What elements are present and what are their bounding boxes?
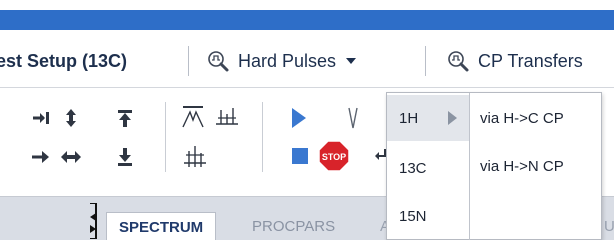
menu-test-setup-label: est Setup (13C) <box>0 50 128 71</box>
submenu-item-label: via H->N CP <box>480 157 564 175</box>
wave-icon[interactable] <box>348 106 358 130</box>
toolbar-separator <box>262 102 263 172</box>
cp-transfers-dropdown: 1H 13C 15N via H->C CP via H->N CP <box>386 92 602 240</box>
submenu-item-hn[interactable]: via H->N CP <box>470 143 602 189</box>
return-arrow-icon[interactable] <box>374 148 386 162</box>
tab-partial-u[interactable]: U <box>604 212 614 240</box>
menu-cp-transfers[interactable]: CP Transfers <box>446 34 583 88</box>
menu-hard-pulses[interactable]: Hard Pulses <box>206 34 357 88</box>
tab-partial-u-label: U <box>604 218 614 235</box>
expand-vertical-icon[interactable] <box>60 107 82 129</box>
arrow-to-top-icon[interactable] <box>114 107 136 129</box>
menu-separator <box>188 46 189 76</box>
magnifier-pulse-icon <box>208 51 229 72</box>
nucleus-item-label: 15N <box>399 207 427 225</box>
title-bar <box>0 0 614 34</box>
collapse-handle-icon[interactable] <box>88 203 98 239</box>
tab-spectrum[interactable]: SPECTRUM <box>106 212 217 240</box>
nucleus-item-label: 13C <box>399 159 427 177</box>
expand-horizontal-icon[interactable] <box>60 146 82 168</box>
menu-bar: est Setup (13C) Hard Pulses CP Transfers <box>0 34 614 88</box>
chevron-right-icon <box>448 111 457 125</box>
tab-procpars[interactable]: PROCPARS <box>252 212 335 240</box>
nucleus-item-label: 1H <box>399 109 419 127</box>
title-bar-accent <box>0 10 614 30</box>
peak-pick-icon[interactable] <box>182 143 208 169</box>
arrow-to-bottom-icon[interactable] <box>114 146 136 168</box>
stop-square-icon[interactable] <box>292 148 308 164</box>
menu-separator <box>425 46 426 76</box>
tab-procpars-label: PROCPARS <box>252 218 336 235</box>
play-icon[interactable] <box>290 106 308 130</box>
stop-sign-label: STOP <box>322 152 346 162</box>
peak-integrals-icon[interactable] <box>214 104 240 130</box>
nucleus-list: 1H 13C 15N <box>387 93 469 240</box>
toolbar-separator <box>165 102 166 172</box>
submenu-item-hc[interactable]: via H->C CP <box>470 95 602 141</box>
peak-top-icon[interactable] <box>180 104 206 130</box>
submenu-item-label: via H->C CP <box>480 109 564 127</box>
nucleus-item-1h[interactable]: 1H <box>387 95 469 141</box>
tab-spectrum-label: SPECTRUM <box>119 218 204 236</box>
chevron-down-icon <box>346 58 357 64</box>
stop-sign-icon[interactable]: STOP <box>318 140 350 172</box>
nucleus-item-15n[interactable]: 15N <box>387 193 469 239</box>
nucleus-item-13c[interactable]: 13C <box>387 145 469 191</box>
menu-hard-pulses-label: Hard Pulses <box>238 50 337 71</box>
menu-test-setup[interactable]: est Setup (13C) <box>0 34 127 88</box>
arrow-right-icon[interactable] <box>30 146 52 168</box>
magnifier-pulse-icon <box>448 51 469 72</box>
transfer-submenu: via H->C CP via H->N CP <box>469 93 601 240</box>
arrow-right-to-bar-icon[interactable] <box>30 107 52 129</box>
app-window: est Setup (13C) Hard Pulses CP Transfers <box>0 0 614 240</box>
menu-cp-transfers-label: CP Transfers <box>478 50 583 71</box>
